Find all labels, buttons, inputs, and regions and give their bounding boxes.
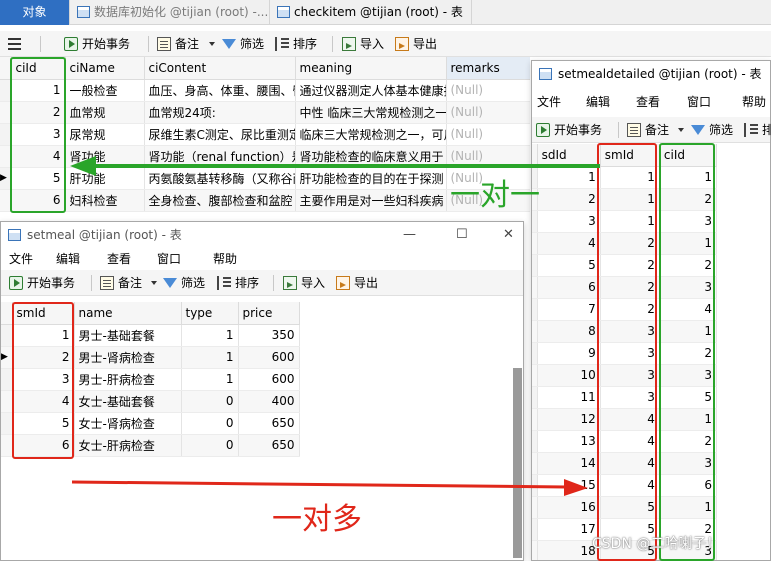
relation-arrows (70, 156, 600, 496)
watermark: CSDN @二哈喇子！ (592, 536, 721, 552)
one-to-many-label: 一对多 (272, 502, 362, 537)
one-to-one-label: 一对一 (450, 178, 540, 213)
